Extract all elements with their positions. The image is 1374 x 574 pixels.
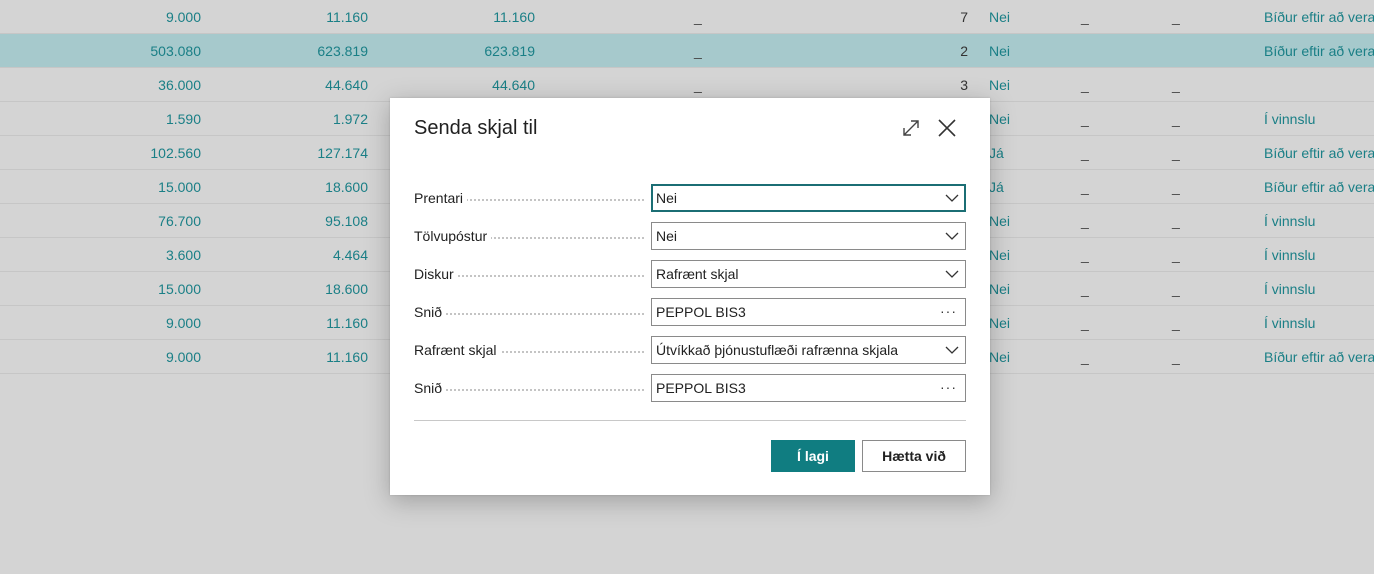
field-row: Rafrænt skjal Útvíkkað þjónustuflæði rafr…: [414, 336, 966, 364]
field-label: Snið: [414, 298, 447, 326]
leader-dots: [414, 389, 644, 391]
field-label: Rafrænt skjal: [414, 336, 501, 364]
field-value: Útvíkkað þjónustuflæði rafrænna skjala: [656, 342, 899, 358]
chevron-down-icon[interactable]: [945, 344, 959, 356]
expand-icon[interactable]: [899, 116, 923, 140]
send-document-dialog: Senda skjal til Prentari Nei Tölvupóstur Ne…: [390, 98, 990, 495]
field-row: Snið PEPPOL BIS3 ···: [414, 374, 966, 402]
field-label: Snið: [414, 374, 447, 402]
field-row: Diskur Rafrænt skjal: [414, 260, 966, 288]
lookup-field[interactable]: PEPPOL BIS3 ···: [651, 374, 966, 402]
dropdown-field[interactable]: Útvíkkað þjónustuflæði rafrænna skjala: [651, 336, 966, 364]
ellipsis-icon[interactable]: ···: [940, 375, 957, 399]
field-value: Rafrænt skjal: [656, 266, 739, 282]
field-value: Nei: [656, 228, 678, 244]
chevron-down-icon[interactable]: [945, 192, 959, 204]
dialog-divider: [414, 420, 966, 421]
lookup-field[interactable]: PEPPOL BIS3 ···: [651, 298, 966, 326]
field-row: Tölvupóstur Nei: [414, 222, 966, 250]
leader-dots: [414, 313, 644, 315]
dropdown-field[interactable]: Nei: [651, 184, 966, 212]
field-label: Diskur: [414, 260, 458, 288]
close-icon[interactable]: [935, 116, 959, 140]
field-value: PEPPOL BIS3: [656, 380, 746, 396]
cancel-button[interactable]: Hætta við: [862, 440, 966, 472]
field-row: Prentari Nei: [414, 184, 966, 212]
dialog-title: Senda skjal til: [414, 117, 538, 139]
chevron-down-icon[interactable]: [945, 230, 959, 242]
field-label: Tölvupóstur: [414, 222, 492, 250]
dropdown-field[interactable]: Rafrænt skjal: [651, 260, 966, 288]
field-row: Snið PEPPOL BIS3 ···: [414, 298, 966, 326]
dropdown-field[interactable]: Nei: [651, 222, 966, 250]
field-value: Nei: [656, 190, 678, 206]
ok-button[interactable]: Í lagi: [771, 440, 855, 472]
field-value: PEPPOL BIS3: [656, 304, 746, 320]
ellipsis-icon[interactable]: ···: [940, 299, 957, 323]
chevron-down-icon[interactable]: [945, 268, 959, 280]
field-label: Prentari: [414, 184, 468, 212]
